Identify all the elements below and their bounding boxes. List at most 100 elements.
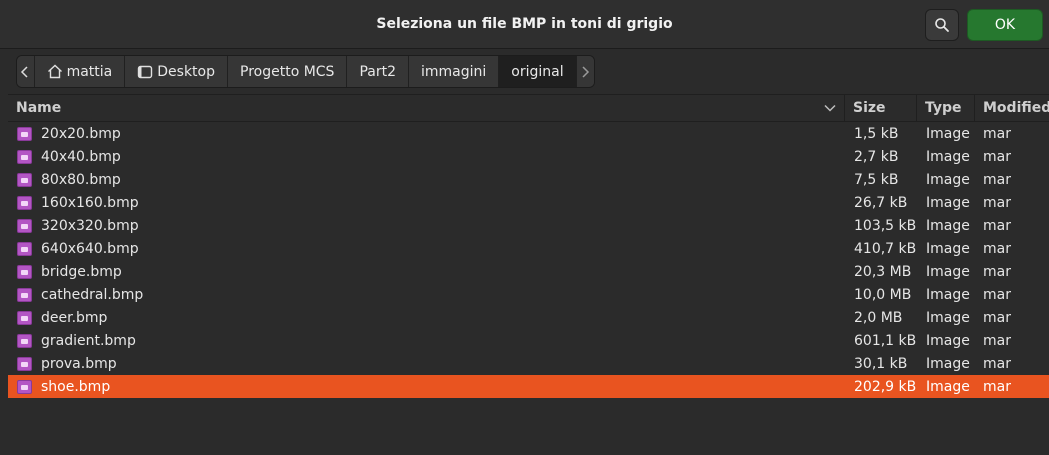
file-modified: mar [983, 286, 1011, 303]
file-row[interactable]: 80x80.bmp 7,5 kB Image mar [8, 168, 1049, 191]
file-modified: mar [983, 240, 1011, 257]
image-file-icon [17, 145, 32, 168]
file-name: 160x160.bmp [41, 194, 139, 211]
chevron-left-icon [21, 65, 28, 78]
dialog-title: Seleziona un file BMP in toni di grigio [376, 16, 673, 32]
file-row[interactable]: 640x640.bmp 410,7 kB Image mar [8, 237, 1049, 260]
file-rows: 20x20.bmp 1,5 kB Image mar 40x40.bmp 2,7 kB Im… [8, 122, 1049, 398]
path-crumb-label: mattia [66, 63, 113, 80]
file-row[interactable]: 20x20.bmp 1,5 kB Image mar [8, 122, 1049, 145]
path-crumb-immagini[interactable]: immagini [409, 56, 500, 87]
file-size: 601,1 kB [854, 332, 917, 349]
path-crumb-label: Progetto MCS [240, 63, 335, 80]
file-size: 7,5 kB [854, 171, 899, 188]
home-icon [47, 64, 63, 79]
path-crumb-label: Part2 [359, 63, 396, 80]
path-crumb-original[interactable]: original [499, 56, 577, 87]
file-type: Image [926, 148, 970, 165]
column-header-type[interactable]: Type [916, 95, 975, 121]
path-crumb-label: Desktop [157, 63, 215, 80]
file-modified: mar [983, 171, 1011, 188]
sort-chevron-down-icon[interactable] [824, 95, 836, 121]
file-name: cathedral.bmp [41, 286, 144, 303]
path-crumb-label: original [511, 63, 564, 80]
column-header-modified[interactable]: Modified [974, 95, 1049, 121]
ok-button[interactable]: OK [967, 9, 1043, 41]
file-row[interactable]: deer.bmp 2,0 MB Image mar [8, 306, 1049, 329]
path-crumb-home[interactable]: mattia [34, 56, 126, 87]
path-crumb-label: immagini [421, 63, 487, 80]
file-row[interactable]: 40x40.bmp 2,7 kB Image mar [8, 145, 1049, 168]
image-file-icon [17, 352, 32, 375]
path-bar: mattia Desktop Progetto MCS Part2 immagi… [16, 55, 595, 88]
file-modified: mar [983, 355, 1011, 372]
path-crumb-desktop[interactable]: Desktop [125, 56, 228, 87]
file-name: gradient.bmp [41, 332, 136, 349]
list-header: Name Size Type Modified [8, 94, 1049, 122]
image-file-icon [17, 214, 32, 237]
search-icon [935, 18, 949, 32]
file-name: bridge.bmp [41, 263, 122, 280]
file-modified: mar [983, 263, 1011, 280]
image-file-icon [17, 329, 32, 352]
file-type: Image [926, 378, 970, 395]
image-file-icon [17, 283, 32, 306]
file-row[interactable]: 160x160.bmp 26,7 kB Image mar [8, 191, 1049, 214]
file-name: 640x640.bmp [41, 240, 139, 257]
file-size: 26,7 kB [854, 194, 908, 211]
file-type: Image [926, 263, 970, 280]
image-file-icon [17, 122, 32, 145]
file-type: Image [926, 217, 970, 234]
file-modified: mar [983, 217, 1011, 234]
file-size: 202,9 kB [854, 378, 917, 395]
file-type: Image [926, 286, 970, 303]
path-forward-button[interactable] [576, 56, 594, 87]
column-header-name[interactable]: Name [16, 95, 61, 121]
file-type: Image [926, 171, 970, 188]
column-header-size[interactable]: Size [844, 95, 923, 121]
file-name: prova.bmp [41, 355, 117, 372]
image-file-icon [17, 168, 32, 191]
image-file-icon [17, 237, 32, 260]
image-file-icon [17, 375, 32, 398]
file-row[interactable]: cathedral.bmp 10,0 MB Image mar [8, 283, 1049, 306]
file-size: 2,7 kB [854, 148, 899, 165]
file-modified: mar [983, 148, 1011, 165]
image-file-icon [17, 191, 32, 214]
file-modified: mar [983, 378, 1011, 395]
image-file-icon [17, 306, 32, 329]
file-type: Image [926, 309, 970, 326]
file-size: 20,3 MB [854, 263, 912, 280]
file-size: 103,5 kB [854, 217, 917, 234]
file-row[interactable]: gradient.bmp 601,1 kB Image mar [8, 329, 1049, 352]
file-size: 30,1 kB [854, 355, 908, 372]
path-crumb-progetto-mcs[interactable]: Progetto MCS [228, 56, 348, 87]
file-name: 80x80.bmp [41, 171, 121, 188]
file-list: Name Size Type Modified 20x20.bmp 1,5 kB I… [8, 94, 1049, 398]
desktop-icon [137, 65, 153, 79]
file-modified: mar [983, 332, 1011, 349]
file-row[interactable]: prova.bmp 30,1 kB Image mar [8, 352, 1049, 375]
file-modified: mar [983, 194, 1011, 211]
file-type: Image [926, 240, 970, 257]
search-button[interactable] [925, 9, 959, 41]
image-file-icon [17, 260, 32, 283]
file-size: 1,5 kB [854, 125, 899, 142]
file-type: Image [926, 194, 970, 211]
file-name: deer.bmp [41, 309, 108, 326]
file-type: Image [926, 355, 970, 372]
file-type: Image [926, 125, 970, 142]
path-back-button[interactable] [17, 56, 35, 87]
file-row[interactable]: 320x320.bmp 103,5 kB Image mar [8, 214, 1049, 237]
path-crumb-part2[interactable]: Part2 [347, 56, 409, 87]
file-name: 20x20.bmp [41, 125, 121, 142]
file-type: Image [926, 332, 970, 349]
file-name: 320x320.bmp [41, 217, 139, 234]
header-bar: Seleziona un file BMP in toni di grigio … [0, 0, 1049, 49]
file-row[interactable]: shoe.bmp 202,9 kB Image mar [8, 375, 1049, 398]
file-size: 410,7 kB [854, 240, 917, 257]
file-size: 2,0 MB [854, 309, 903, 326]
file-row[interactable]: bridge.bmp 20,3 MB Image mar [8, 260, 1049, 283]
chevron-right-icon [582, 65, 590, 78]
file-modified: mar [983, 309, 1011, 326]
